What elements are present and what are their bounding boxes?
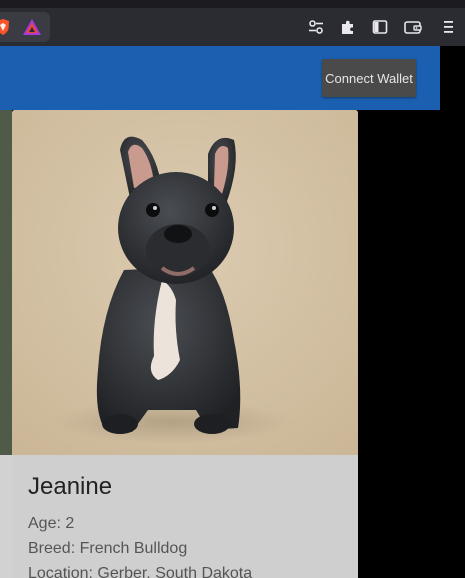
- brave-rewards-icon[interactable]: [22, 18, 42, 36]
- brave-shield-icon[interactable]: [0, 18, 12, 36]
- pet-info: Jeanine Age: 2 Breed: French Bulldog Loc…: [12, 455, 358, 578]
- menu-icon[interactable]: [440, 17, 456, 37]
- sidebar-icon[interactable]: [370, 17, 390, 37]
- page-viewport: Connect Wallet Jeanine Age: 2 Breed: Fre…: [0, 46, 465, 578]
- breed-label: Breed:: [28, 540, 76, 557]
- pet-age: Age: 2: [28, 515, 342, 533]
- extensions-puzzle-icon[interactable]: [338, 17, 358, 37]
- pet-photo: [12, 110, 358, 455]
- pet-name: Jeanine: [28, 473, 113, 500]
- site-navbar: Connect Wallet: [0, 46, 440, 110]
- previous-card-info: [0, 455, 12, 578]
- connect-wallet-button[interactable]: Connect Wallet: [322, 59, 416, 97]
- age-label: Age:: [28, 515, 61, 532]
- settings-sliders-icon[interactable]: [306, 17, 326, 37]
- previous-card-edge: [0, 110, 12, 578]
- wallet-icon[interactable]: [403, 17, 423, 37]
- pet-location: Location: Gerber, South Dakota: [28, 565, 342, 578]
- browser-tab[interactable]: [0, 12, 50, 42]
- breed-value: French Bulldog: [79, 540, 188, 557]
- location-value: Gerber, South Dakota: [97, 565, 253, 578]
- age-value: 2: [65, 515, 75, 532]
- pet-breed: Breed: French Bulldog: [28, 540, 342, 558]
- browser-toolbar: [0, 8, 465, 46]
- location-label: Location:: [28, 565, 93, 578]
- window-top-strip: [0, 0, 465, 8]
- pet-card[interactable]: Jeanine Age: 2 Breed: French Bulldog Loc…: [12, 110, 358, 578]
